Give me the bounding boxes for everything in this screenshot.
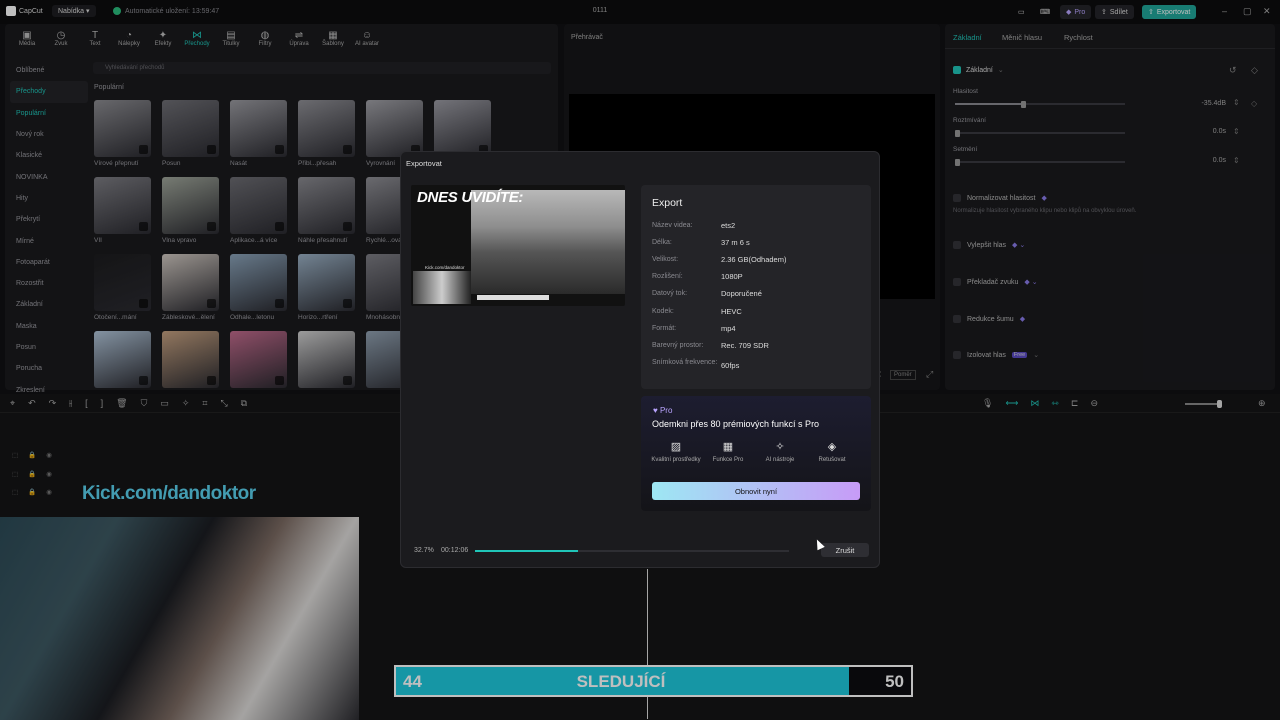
pro-upsell-card: ♥ Pro Odemkni přes 80 prémiových funkcí … (641, 396, 871, 511)
export-dialog: Exportovat DNES UVIDÍTE: Kick.com/dandok… (400, 151, 880, 568)
export-info-label: Délka: (652, 239, 672, 246)
pro-feature: ✧ AI nástroje (755, 440, 805, 463)
export-info-label: Snímková frekvence: (652, 359, 718, 366)
preview-small-text: Kick.com/dandoktor (425, 265, 465, 270)
export-info-value: 37 m 6 s (721, 238, 750, 247)
magic-wand-icon: ✧ (775, 441, 785, 453)
export-info-value: ets2 (721, 221, 736, 230)
pro-badge: ♥ Pro (653, 406, 673, 415)
cancel-button[interactable]: Zrušit (821, 543, 869, 557)
progress-percent: 32.7% (414, 547, 434, 554)
export-info-value: 1080P (721, 272, 743, 281)
pro-feature: ▦ Funkce Pro (703, 440, 753, 463)
renew-button[interactable]: Obnovit nyní (652, 482, 860, 500)
export-progress-bar (475, 550, 789, 552)
preview-follow-bar (477, 295, 549, 300)
capcut-window: CapCut Nabídka ▾ Automatické uložení: 13… (0, 0, 1280, 720)
export-info-label: Formát: (652, 325, 677, 332)
export-info-label: Název videa: (652, 222, 693, 229)
export-info-value: HEVC (721, 307, 742, 316)
export-info-card: Export Název videa: ets2 Délka: 37 m 6 s Vel… (641, 185, 871, 389)
pro-feature-label: Funkce Pro (712, 457, 744, 463)
image-icon: ▨ (670, 441, 682, 453)
preview-heading: DNES UVIDÍTE: (417, 189, 524, 206)
preview-webcam (413, 271, 471, 304)
pro-feature-label: AI nástroje (765, 457, 795, 463)
export-preview: DNES UVIDÍTE: Kick.com/dandoktor (411, 185, 625, 306)
retouch-icon: ◈ (827, 441, 837, 453)
pro-feature: ◈ Retušovat (807, 440, 857, 463)
pro-feature-label: Kvalitní prostředky (651, 457, 701, 463)
export-info-label: Rozlišení: (652, 273, 683, 280)
export-info-value: mp4 (721, 324, 736, 333)
pro-feature: ▨ Kvalitní prostředky (651, 440, 701, 463)
export-info-value: 60fps (721, 361, 740, 370)
export-info-value: Rec. 709 SDR (721, 341, 769, 350)
export-info-value: Doporučené (721, 289, 762, 298)
export-info-label: Datový tok: (652, 290, 688, 297)
grid-icon: ▦ (722, 441, 734, 453)
export-info-label: Velikost: (652, 256, 679, 263)
pro-headline: Odemkni přes 80 prémiových funkcí s Pro (652, 419, 820, 429)
progress-time: 00:12:06 (441, 547, 469, 554)
export-info-label: Kodek: (652, 308, 674, 315)
pro-feature-label: Retušovat (818, 457, 846, 463)
export-progress-fill (475, 550, 578, 552)
export-info-label: Barevný prostor: (652, 342, 704, 349)
export-section-title: Export (652, 197, 683, 209)
dialog-title: Exportovat (406, 159, 442, 168)
export-info-value: 2.36 GB(Odhadem) (721, 255, 787, 264)
